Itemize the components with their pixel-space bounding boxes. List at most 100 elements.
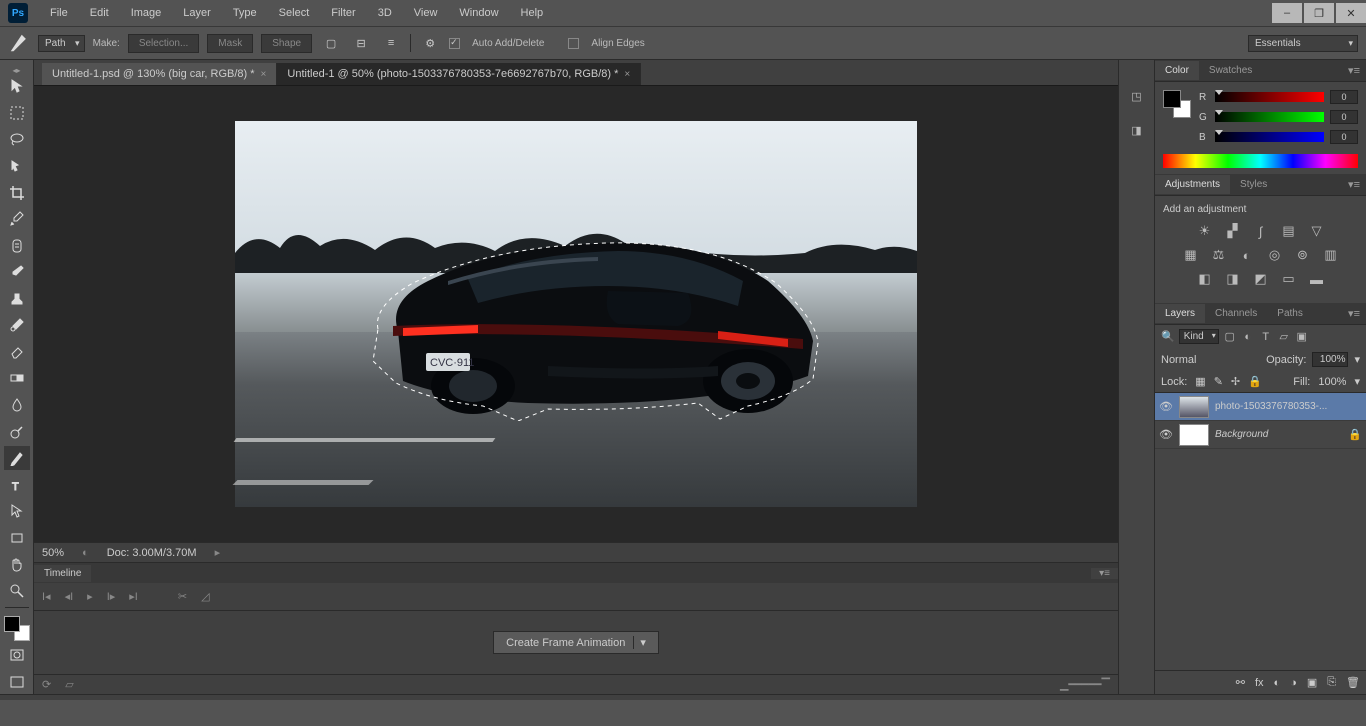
delete-layer-icon[interactable]: 🗑 [1346,676,1360,689]
menu-3d[interactable]: 3D [368,3,402,23]
filter-shape-icon[interactable]: ▱ [1277,330,1291,344]
levels-icon[interactable]: ▞ [1224,223,1242,239]
layer-thumbnail[interactable] [1179,424,1209,446]
menu-edit[interactable]: Edit [80,3,119,23]
filter-adjust-icon[interactable]: ◐ [1241,330,1255,344]
group-icon[interactable]: ▣ [1307,676,1317,689]
visibility-icon[interactable]: 👁 [1159,428,1173,441]
menu-file[interactable]: File [40,3,78,23]
chevron-down-icon[interactable]: ▾ [1354,353,1360,366]
play-icon[interactable]: ▸ [87,590,93,603]
screen-mode-icon[interactable] [4,669,30,694]
eyedropper-tool[interactable] [4,207,30,232]
lock-transparency-icon[interactable]: ▦ [1195,375,1205,388]
path-select-tool[interactable] [4,499,30,524]
cut-icon[interactable]: ✂ [178,590,187,603]
first-frame-icon[interactable]: I◂ [42,590,51,603]
panel-menu-icon[interactable]: ▾≡ [1342,307,1366,320]
mask-button[interactable]: Mask [207,34,253,53]
canvas[interactable]: CVC·911 [235,121,917,507]
g-slider[interactable] [1215,112,1324,122]
photo-filter-icon[interactable]: ◎ [1266,247,1284,263]
new-layer-icon[interactable]: ⎘ [1327,676,1336,689]
menu-type[interactable]: Type [223,3,267,23]
close-icon[interactable]: × [624,69,630,80]
swatches-tab[interactable]: Swatches [1199,61,1262,80]
color-spectrum[interactable] [1163,154,1358,168]
stamp-tool[interactable] [4,287,30,312]
blur-tool[interactable] [4,393,30,418]
brush-tool[interactable] [4,260,30,285]
layer-name[interactable]: Background [1215,429,1342,440]
channels-tab[interactable]: Channels [1205,304,1267,323]
marquee-tool[interactable] [4,101,30,126]
chevron-right-icon[interactable]: ▸ [215,546,221,559]
panel-menu-icon[interactable]: ▾≡ [1342,178,1366,191]
filter-smart-icon[interactable]: ▣ [1295,330,1309,344]
timeline-opt-icon[interactable]: ▱ [65,678,73,691]
document-tab-2[interactable]: Untitled-1 @ 50% (photo-1503376780353-7e… [277,63,641,85]
color-swatch[interactable] [1163,90,1191,118]
styles-tab[interactable]: Styles [1230,175,1277,194]
type-tool[interactable]: T [4,472,30,497]
eraser-tool[interactable] [4,340,30,365]
layer-thumbnail[interactable] [1179,396,1209,418]
transition-icon[interactable]: ◿ [201,590,209,603]
paths-tab[interactable]: Paths [1267,304,1313,323]
move-tool[interactable] [4,74,30,99]
path-align-icon[interactable]: ⊟ [350,32,372,54]
color-tab[interactable]: Color [1155,61,1199,80]
quick-mask-icon[interactable] [4,643,30,668]
pen-tool-icon[interactable] [8,32,30,54]
zoom-tool[interactable] [4,579,30,604]
chevron-down-icon[interactable]: ▾ [1354,375,1360,388]
gear-icon[interactable]: ⚙ [419,32,441,54]
panel-menu-icon[interactable]: ▾≡ [1342,64,1366,77]
layer-mask-icon[interactable]: ◐ [1274,677,1281,689]
menu-help[interactable]: Help [511,3,554,23]
document-tab-1[interactable]: Untitled-1.psd @ 130% (big car, RGB/8) *… [42,63,277,85]
hand-tool[interactable] [4,552,30,577]
visibility-icon[interactable]: 👁 [1159,400,1173,413]
dodge-tool[interactable] [4,419,30,444]
timeline-tab[interactable]: Timeline [34,565,91,582]
pen-tool[interactable] [4,446,30,471]
opacity-input[interactable]: 100% [1312,352,1348,367]
link-layers-icon[interactable]: ⚯ [1236,676,1245,689]
lasso-tool[interactable] [4,127,30,152]
zoom-slider-icon[interactable]: ◐ [82,547,89,559]
threshold-icon[interactable]: ◩ [1252,271,1270,287]
layers-tab[interactable]: Layers [1155,304,1205,323]
timeline-zoom-slider[interactable]: ▁━━━━━▔ [1060,678,1110,691]
quick-select-tool[interactable] [4,154,30,179]
workspace-dropdown[interactable]: Essentials [1248,35,1358,52]
maximize-button[interactable]: ❐ [1304,3,1334,23]
r-value[interactable]: 0 [1330,90,1358,104]
menu-layer[interactable]: Layer [173,3,221,23]
rectangle-tool[interactable] [4,526,30,551]
panel-menu-icon[interactable]: ▾≡ [1091,568,1118,579]
fill-input[interactable]: 100% [1318,376,1346,388]
invert-icon[interactable]: ◧ [1196,271,1214,287]
brightness-icon[interactable]: ☀ [1196,223,1214,239]
blend-mode-dropdown[interactable]: Normal [1161,354,1260,366]
bw-icon[interactable]: ◐ [1238,247,1256,263]
properties-icon[interactable]: ◨ [1127,120,1147,140]
layer-row[interactable]: 👁 Background 🔒 [1155,421,1366,449]
lookup-icon[interactable]: ▥ [1322,247,1340,263]
b-value[interactable]: 0 [1330,130,1358,144]
channel-mixer-icon[interactable]: ⊚ [1294,247,1312,263]
filter-type-icon[interactable]: T [1259,330,1273,344]
align-edges-checkbox[interactable] [568,38,579,49]
adjustments-tab[interactable]: Adjustments [1155,175,1230,194]
crop-tool[interactable] [4,180,30,205]
minimize-button[interactable]: – [1272,3,1302,23]
canvas-viewport[interactable]: CVC·911 [34,86,1118,542]
hue-icon[interactable]: ▦ [1182,247,1200,263]
selective-color-icon[interactable]: ▬ [1308,271,1326,287]
close-icon[interactable]: × [261,69,267,80]
shape-button[interactable]: Shape [261,34,312,53]
path-ops-icon[interactable]: ▢ [320,32,342,54]
g-value[interactable]: 0 [1330,110,1358,124]
timeline-opt-icon[interactable]: ⟳ [42,678,51,691]
